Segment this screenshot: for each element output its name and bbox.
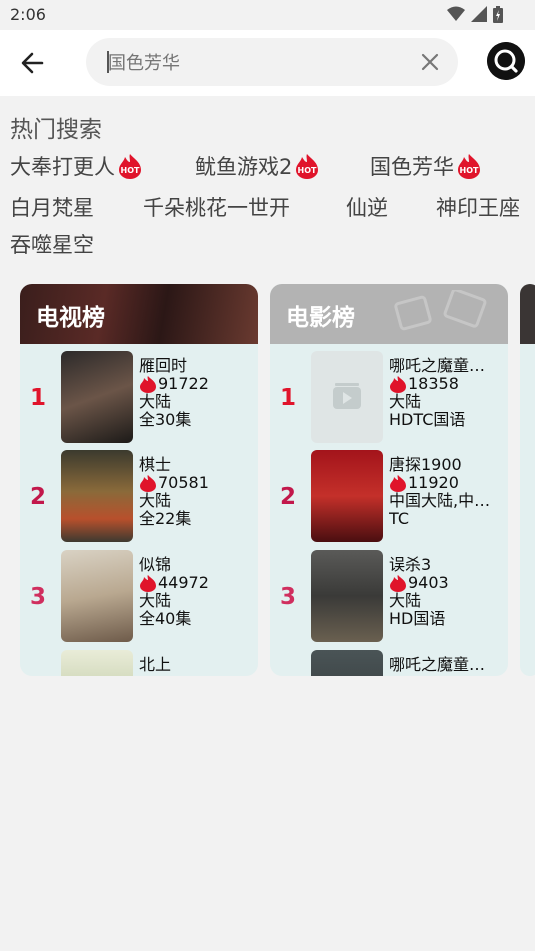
hot-tag-label: 国色芳华 <box>370 155 454 179</box>
rank-number: 1 <box>30 385 47 411</box>
poster-image <box>61 351 133 443</box>
card-title: 电视榜 <box>36 305 105 331</box>
heat-value: 91722 <box>158 375 209 393</box>
title-text: 哪吒之魔童… <box>389 357 486 375</box>
hot-badge-icon: HOT <box>119 154 141 179</box>
region-text: 大陆 <box>389 592 422 610</box>
hot-tag-label: 鱿鱼游戏2 <box>195 155 293 179</box>
card-header-image <box>520 284 535 344</box>
poster-placeholder <box>311 351 383 443</box>
quality-text: HDTC国语 <box>389 411 466 429</box>
hot-tag[interactable]: 鱿鱼游戏2 HOT <box>195 151 320 181</box>
status-time: 2:06 <box>10 5 46 24</box>
episode-text: 全30集 <box>139 411 192 429</box>
hot-search-title: 热门搜索 <box>10 117 102 143</box>
title-text: 棋士 <box>139 456 172 474</box>
hot-tag[interactable]: 白月梵星 <box>10 192 94 222</box>
hot-flame-icon <box>390 376 406 393</box>
region-text: 大陆 <box>139 592 172 610</box>
wifi-icon <box>447 6 465 21</box>
signal-icon <box>471 6 487 22</box>
hot-tag[interactable]: 神印王座 <box>436 192 520 222</box>
heat-value: 9403 <box>408 574 449 592</box>
rank-number: 2 <box>30 484 47 510</box>
hot-tag[interactable]: 吞噬星空 <box>10 229 94 259</box>
region-text: 大陆 <box>389 393 422 411</box>
hot-tag-label: 仙逆 <box>346 196 388 220</box>
heat-value: 11920 <box>408 474 459 492</box>
hot-badge-text: HOT <box>121 166 140 175</box>
tv-ranking-card: 电视榜 1 雁回时 91722 大陆 全30集 2 棋士 70581 大陆 全2… <box>20 284 258 676</box>
battery-icon <box>493 6 503 23</box>
episode-text: 全22集 <box>139 510 192 528</box>
ranking-row[interactable]: 3 似锦 44972 大陆 全40集 <box>20 550 258 642</box>
ranking-row[interactable]: 1 哪吒之魔童… 18358 大陆 HDTC国语 <box>270 351 508 443</box>
hot-tag-label: 白月梵星 <box>10 196 94 220</box>
hot-flame-icon <box>390 475 406 492</box>
clear-icon[interactable] <box>420 52 440 72</box>
region-text: 大陆 <box>139 393 172 411</box>
rank-number: 2 <box>280 484 297 510</box>
text-cursor <box>107 51 109 73</box>
hot-flame-icon <box>140 475 156 492</box>
rank-number: 3 <box>280 584 297 610</box>
title-text: 似锦 <box>139 556 172 574</box>
hot-flame-icon <box>140 376 156 393</box>
poster-image <box>61 450 133 542</box>
title-text: 唐探1900 <box>389 456 462 474</box>
hot-tag-label: 吞噬星空 <box>10 233 94 257</box>
region-text: 中国大陆,中… <box>389 492 491 510</box>
hot-flame-icon <box>140 575 156 592</box>
ranking-carousel[interactable]: 电视榜 1 雁回时 91722 大陆 全30集 2 棋士 70581 大陆 全2… <box>20 284 535 676</box>
quality-text: HD国语 <box>389 610 446 628</box>
status-icons <box>447 6 503 23</box>
movie-ranking-card: 电影榜 1 哪吒之魔童… 18358 大陆 HDTC国语 2 唐探1900 11… <box>270 284 508 676</box>
episode-text: 全40集 <box>139 610 192 628</box>
region-text: 大陆 <box>139 492 172 510</box>
hot-tag-label: 千朵桃花一世开 <box>143 196 290 220</box>
video-placeholder-icon <box>333 383 361 409</box>
quality-text: TC <box>389 510 410 528</box>
title-text: 哪吒之魔童… <box>389 656 486 674</box>
heat-value: 44972 <box>158 574 209 592</box>
hot-badge-text: HOT <box>298 166 317 175</box>
heat-value: 70581 <box>158 474 209 492</box>
title-text: 雁回时 <box>139 357 188 375</box>
title-text: 误杀3 <box>389 556 432 574</box>
hot-tag-label: 神印王座 <box>436 196 520 220</box>
search-field[interactable] <box>86 38 458 88</box>
image-placeholder-icon <box>394 290 487 331</box>
rank-number: 1 <box>280 385 297 411</box>
rank-number: 3 <box>30 584 47 610</box>
hot-badge-text: HOT <box>460 166 479 175</box>
hot-flame-icon <box>390 575 406 592</box>
poster-image <box>61 650 133 676</box>
ranking-row[interactable]: 北上 <box>20 650 258 676</box>
search-button[interactable] <box>487 42 525 80</box>
hot-tag[interactable]: 仙逆 <box>346 192 388 222</box>
next-ranking-card[interactable] <box>520 284 535 676</box>
poster-image <box>311 550 383 642</box>
poster-image <box>311 450 383 542</box>
ranking-row[interactable]: 2 棋士 70581 大陆 全22集 <box>20 450 258 542</box>
hot-tag[interactable]: 国色芳华 HOT <box>370 151 482 181</box>
search-bar <box>0 30 535 96</box>
hot-tag[interactable]: 千朵桃花一世开 <box>143 192 290 222</box>
search-input[interactable] <box>106 38 410 88</box>
hot-badge-icon: HOT <box>458 154 480 179</box>
heat-value: 18358 <box>408 375 459 393</box>
ranking-row[interactable]: 1 雁回时 91722 大陆 全30集 <box>20 351 258 443</box>
hot-tag[interactable]: 大奉打更人 HOT <box>10 151 143 181</box>
poster-image <box>61 550 133 642</box>
ranking-row[interactable]: 2 唐探1900 11920 中国大陆,中… TC <box>270 450 508 542</box>
ranking-row[interactable]: 3 误杀3 9403 大陆 HD国语 <box>270 550 508 642</box>
card-title: 电影榜 <box>286 305 355 331</box>
status-bar: 2:06 <box>0 0 535 30</box>
title-text: 北上 <box>139 656 172 674</box>
hot-tag-label: 大奉打更人 <box>10 155 115 179</box>
hot-badge-icon: HOT <box>296 154 319 179</box>
ranking-row[interactable]: 哪吒之魔童… <box>270 650 508 676</box>
back-arrow-icon[interactable] <box>18 49 48 77</box>
poster-image <box>311 650 383 676</box>
